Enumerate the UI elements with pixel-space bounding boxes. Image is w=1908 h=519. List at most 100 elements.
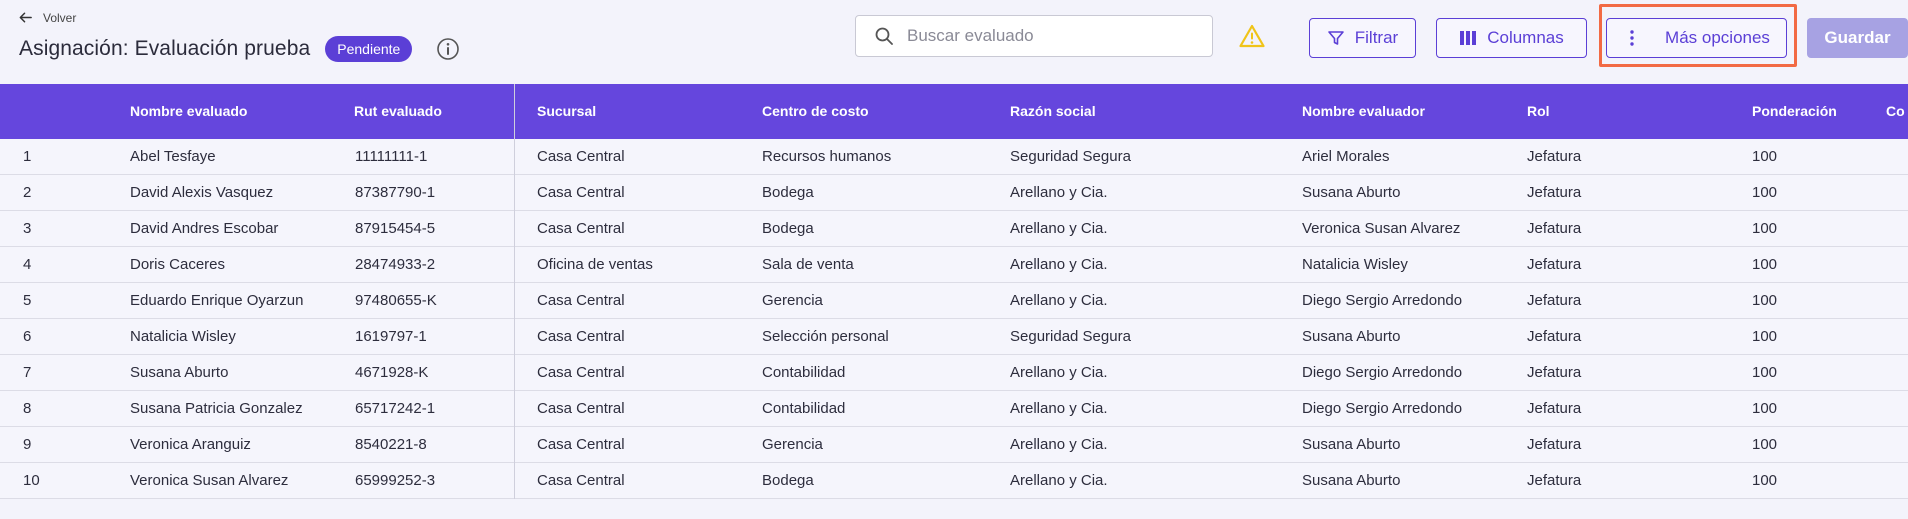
cell-rut-evaluado: 97480655-K	[355, 292, 437, 309]
filter-button[interactable]: Filtrar	[1309, 18, 1416, 58]
table-row[interactable]: 5 Eduardo Enrique Oyarzun 97480655-K Casa C…	[0, 283, 1908, 319]
cell-razon-social: Arellano y Cia.	[1010, 364, 1108, 381]
cell-rol: Jefatura	[1527, 148, 1582, 165]
table-row[interactable]: 2 David Alexis Vasquez 87387790-1 Casa Cent…	[0, 175, 1908, 211]
cell-nombre-evaluador: Diego Sergio Arredondo	[1302, 400, 1463, 417]
column-header-ponderacion[interactable]: Ponderación	[1752, 84, 1837, 139]
search-input[interactable]	[905, 25, 1199, 47]
filter-icon	[1327, 31, 1344, 45]
cell-rut-evaluado: 87915454-5	[355, 220, 436, 237]
row-number: 4	[23, 256, 32, 273]
cell-centro-costo: Sala de venta	[762, 256, 854, 273]
table-header: Nombre evaluado Rut evaluado Sucursal Ce…	[0, 84, 1908, 139]
cell-nombre-evaluador: Susana Aburto	[1302, 472, 1401, 489]
cell-nombre-evaluador: Diego Sergio Arredondo	[1302, 364, 1463, 381]
row-number: 2	[23, 184, 32, 201]
cell-sucursal: Casa Central	[537, 148, 625, 165]
status-badge: Pendiente	[325, 36, 413, 62]
cell-nombre-evaluado: Natalicia Wisley	[130, 328, 236, 345]
cell-razon-social: Arellano y Cia.	[1010, 400, 1108, 417]
cell-nombre-evaluador: Diego Sergio Arredondo	[1302, 292, 1463, 309]
cell-centro-costo: Recursos humanos	[762, 148, 892, 165]
cell-rol: Jefatura	[1527, 328, 1582, 345]
cell-sucursal: Casa Central	[537, 400, 625, 417]
column-header-truncated[interactable]: Co	[1886, 84, 1908, 139]
cell-rut-evaluado: 11111111-1	[355, 148, 428, 165]
cell-centro-costo: Bodega	[762, 220, 814, 237]
cell-nombre-evaluador: Susana Aburto	[1302, 436, 1401, 453]
save-button[interactable]: Guardar	[1807, 18, 1908, 58]
cell-rol: Jefatura	[1527, 184, 1582, 201]
highlight-box	[1599, 4, 1797, 67]
cell-nombre-evaluador: Susana Aburto	[1302, 184, 1401, 201]
cell-ponderacion: 100	[1752, 184, 1778, 201]
row-number: 9	[23, 436, 32, 453]
cell-sucursal: Casa Central	[537, 292, 625, 309]
row-number: 5	[23, 292, 32, 309]
cell-nombre-evaluador: Natalicia Wisley	[1302, 256, 1408, 273]
back-label: Volver	[43, 10, 77, 25]
table-row[interactable]: 9 Veronica Aranguiz 8540221-8 Casa Central G…	[0, 427, 1908, 463]
table-row[interactable]: 1 Abel Tesfaye 11111111-1 Casa Central Recur…	[0, 139, 1908, 175]
column-header-razon-social[interactable]: Razón social	[1010, 84, 1096, 139]
cell-centro-costo: Gerencia	[762, 436, 823, 453]
cell-centro-costo: Bodega	[762, 472, 814, 489]
cell-ponderacion: 100	[1752, 364, 1778, 381]
cell-sucursal: Casa Central	[537, 184, 625, 201]
cell-razon-social: Arellano y Cia.	[1010, 436, 1108, 453]
cell-nombre-evaluado: Veronica Susan Alvarez	[130, 472, 289, 489]
cell-sucursal: Casa Central	[537, 364, 625, 381]
column-header-nombre-evaluador[interactable]: Nombre evaluador	[1302, 84, 1425, 139]
cell-rol: Jefatura	[1527, 364, 1582, 381]
cell-nombre-evaluado: Eduardo Enrique Oyarzun	[130, 292, 304, 309]
page-title: Asignación: Evaluación prueba	[19, 37, 311, 60]
cell-nombre-evaluado: Abel Tesfaye	[130, 148, 216, 165]
table-row[interactable]: 7 Susana Aburto 4671928-K Casa Central Conta…	[0, 355, 1908, 391]
back-link[interactable]: Volver	[18, 10, 76, 25]
cell-rut-evaluado: 28474933-2	[355, 256, 436, 273]
cell-centro-costo: Selección personal	[762, 328, 889, 345]
info-icon[interactable]	[436, 37, 460, 61]
toolbar: Volver Asignación: Evaluación prueba Pen…	[0, 0, 1908, 84]
cell-rut-evaluado: 65717242-1	[355, 400, 436, 417]
columns-button[interactable]: Columnas	[1436, 18, 1587, 58]
cell-nombre-evaluador: Susana Aburto	[1302, 328, 1401, 345]
column-header-centro-costo[interactable]: Centro de costo	[762, 84, 869, 139]
cell-centro-costo: Contabilidad	[762, 400, 846, 417]
cell-rut-evaluado: 65999252-3	[355, 472, 436, 489]
row-number: 8	[23, 400, 32, 417]
cell-ponderacion: 100	[1752, 472, 1778, 489]
cell-rol: Jefatura	[1527, 472, 1582, 489]
column-header-rut-evaluado[interactable]: Rut evaluado	[354, 84, 442, 139]
cell-razon-social: Arellano y Cia.	[1010, 220, 1108, 237]
search-box[interactable]	[855, 15, 1213, 57]
warning-icon[interactable]	[1239, 24, 1265, 48]
cell-rol: Jefatura	[1527, 400, 1582, 417]
table-row[interactable]: 8 Susana Patricia Gonzalez 65717242-1 Casa …	[0, 391, 1908, 427]
cell-rol: Jefatura	[1527, 436, 1582, 453]
cell-sucursal: Casa Central	[537, 436, 625, 453]
row-number: 3	[23, 220, 32, 237]
row-number: 10	[23, 472, 40, 489]
table-row[interactable]: 10 Veronica Susan Alvarez 65999252-3 Casa C…	[0, 463, 1908, 499]
cell-rol: Jefatura	[1527, 256, 1582, 273]
column-header-rol[interactable]: Rol	[1527, 84, 1550, 139]
table-row[interactable]: 3 David Andres Escobar 87915454-5 Casa Cent…	[0, 211, 1908, 247]
column-header-nombre-evaluado[interactable]: Nombre evaluado	[130, 84, 247, 139]
title-row: Asignación: Evaluación prueba Pendiente	[19, 36, 460, 62]
cell-ponderacion: 100	[1752, 220, 1778, 237]
cell-razon-social: Seguridad Segura	[1010, 328, 1131, 345]
cell-ponderacion: 100	[1752, 436, 1778, 453]
cell-nombre-evaluado: Susana Patricia Gonzalez	[130, 400, 303, 417]
cell-razon-social: Arellano y Cia.	[1010, 184, 1108, 201]
cell-razon-social: Arellano y Cia.	[1010, 472, 1108, 489]
cell-rut-evaluado: 8540221-8	[355, 436, 427, 453]
cell-sucursal: Casa Central	[537, 220, 625, 237]
cell-sucursal: Casa Central	[537, 472, 625, 489]
row-number: 1	[23, 148, 32, 165]
cell-rut-evaluado: 87387790-1	[355, 184, 436, 201]
cell-centro-costo: Contabilidad	[762, 364, 846, 381]
table-row[interactable]: 4 Doris Caceres 28474933-2 Oficina de venta…	[0, 247, 1908, 283]
table-row[interactable]: 6 Natalicia Wisley 1619797-1 Casa Central Se…	[0, 319, 1908, 355]
column-header-sucursal[interactable]: Sucursal	[537, 84, 596, 139]
